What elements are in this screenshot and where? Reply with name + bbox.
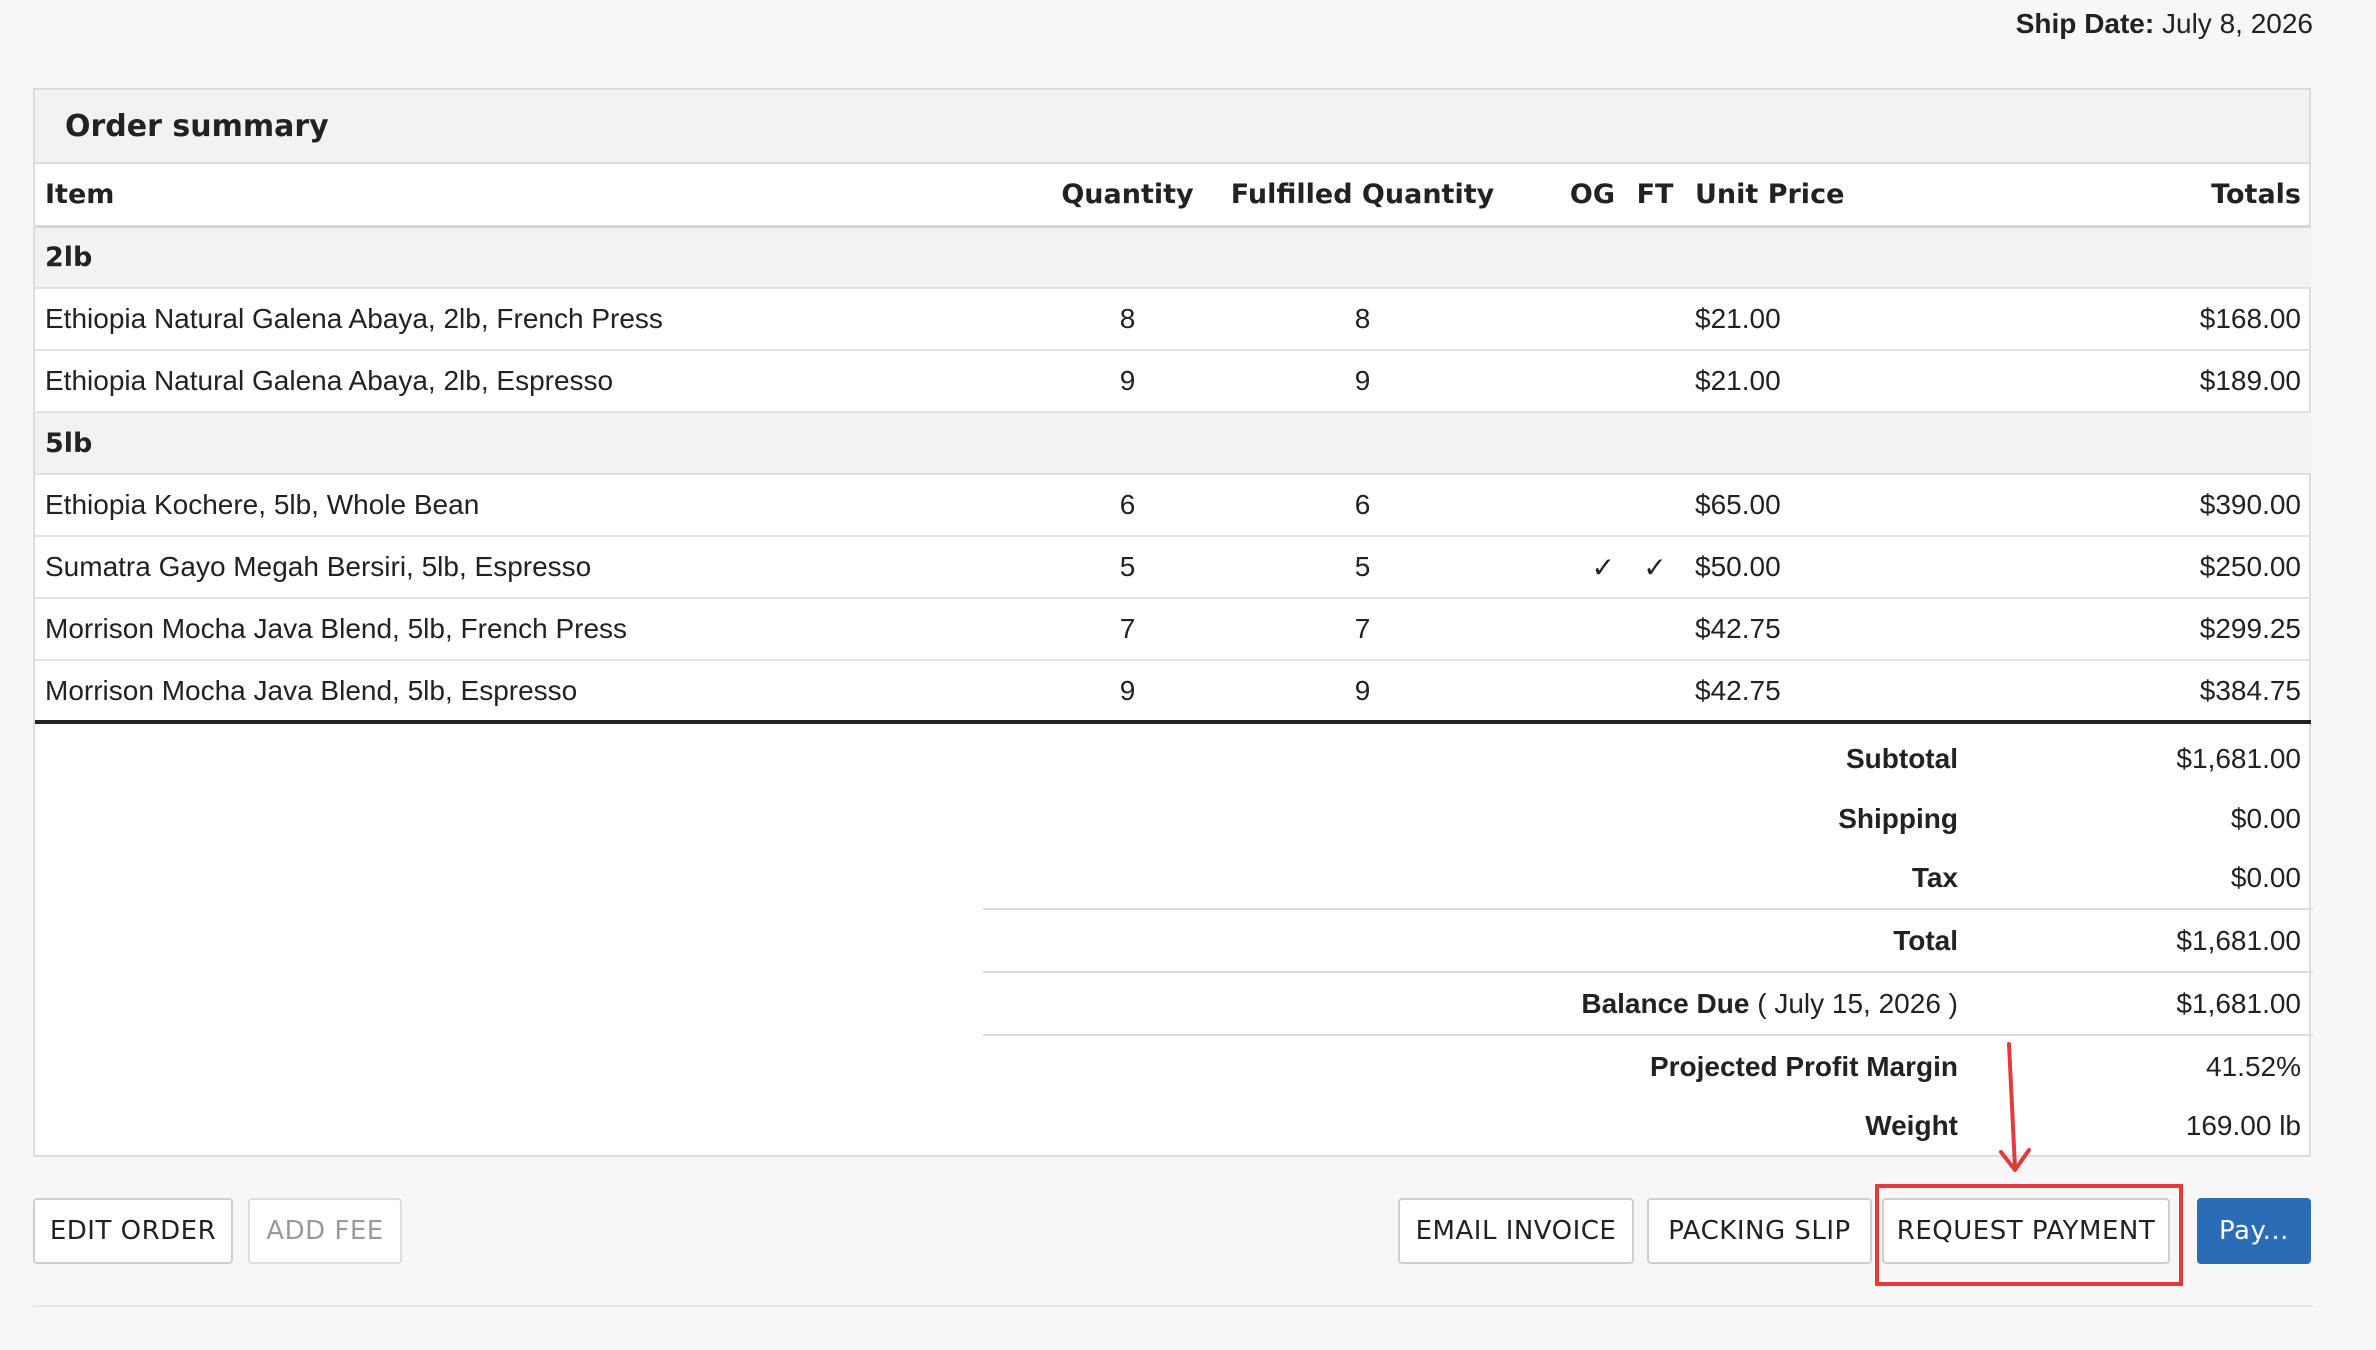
shipping-label: Shipping: [1838, 802, 1958, 834]
tax-row: Tax $0.00: [983, 848, 2313, 908]
weight-row: Weight 169.00 lb: [983, 1097, 2313, 1155]
order-items-table: Item Quantity Fulfilled Quantity OG FT U…: [35, 164, 2311, 724]
order-summary-panel: Order summary Item Quantity Fulfilled Qu…: [33, 88, 2313, 1157]
weight-label: Weight: [1865, 1110, 1958, 1141]
group-row: 2lb: [35, 226, 2311, 289]
balance-due-row: Balance Due ( July 15, 2026 ) $1,681.00: [983, 971, 2313, 1034]
total-row: Total $1,681.00: [983, 908, 2313, 971]
item-quantity: 9: [1035, 350, 1220, 413]
profit-margin-row: Projected Profit Margin 41.52%: [983, 1034, 2313, 1097]
ft-check-icon: ✓: [1625, 536, 1685, 599]
item-name: Ethiopia Kochere, 5lb, Whole Bean: [35, 474, 1035, 537]
order-summary-title: Order summary: [35, 90, 2309, 164]
subtotal-row: Subtotal $1,681.00: [983, 728, 2313, 789]
item-name: Morrison Mocha Java Blend, 5lb, Espresso: [35, 660, 1035, 724]
table-row: Morrison Mocha Java Blend, 5lb, French P…: [35, 598, 2311, 661]
total-label: Total: [1893, 924, 1958, 956]
col-header-totals: Totals: [1915, 164, 2311, 228]
subtotal-value: $1,681.00: [2176, 742, 2301, 774]
item-og: [1505, 474, 1625, 537]
col-header-og: OG: [1505, 164, 1625, 228]
item-fulfilled: 8: [1220, 288, 1505, 351]
group-label: 5lb: [35, 412, 2311, 475]
item-name: Morrison Mocha Java Blend, 5lb, French P…: [35, 598, 1035, 661]
col-header-fulfilled-quantity: Fulfilled Quantity: [1220, 164, 1505, 228]
ship-date-value: July 8, 2026: [2162, 8, 2313, 39]
item-total: $390.00: [1915, 474, 2311, 537]
col-header-item: Item: [35, 164, 1035, 228]
item-total: $384.75: [1915, 660, 2311, 724]
item-fulfilled: 7: [1220, 598, 1505, 661]
table-row: Sumatra Gayo Megah Bersiri, 5lb, Espress…: [35, 536, 2311, 599]
footer-divider: [33, 1305, 2313, 1307]
balance-due-date: ( July 15, 2026 ): [1749, 987, 1958, 1019]
item-quantity: 6: [1035, 474, 1220, 537]
item-fulfilled: 5: [1220, 536, 1505, 599]
item-og: [1505, 350, 1625, 413]
table-row: Ethiopia Kochere, 5lb, Whole Bean 6 6 $6…: [35, 474, 2311, 537]
table-row: Morrison Mocha Java Blend, 5lb, Espresso…: [35, 660, 2311, 724]
item-quantity: 8: [1035, 288, 1220, 351]
item-unit-price: $42.75: [1685, 660, 1915, 724]
item-unit-price: $50.00: [1685, 536, 1915, 599]
balance-due-value: $1,681.00: [2176, 987, 2301, 1019]
ship-date-label: Ship Date:: [2015, 8, 2155, 39]
email-invoice-button[interactable]: EMAIL INVOICE: [1398, 1198, 1634, 1264]
item-fulfilled: 9: [1220, 350, 1505, 413]
item-unit-price: $21.00: [1685, 288, 1915, 351]
order-totals: Subtotal $1,681.00 Shipping $0.00 Tax $0…: [983, 728, 2313, 1155]
pay-button[interactable]: Pay...: [2197, 1198, 2311, 1264]
item-og: [1505, 288, 1625, 351]
group-row: 5lb: [35, 412, 2311, 475]
col-header-unit-price: Unit Price: [1685, 164, 1915, 228]
col-header-quantity: Quantity: [1035, 164, 1220, 228]
table-header-row: Item Quantity Fulfilled Quantity OG FT U…: [35, 164, 2311, 228]
og-check-icon: ✓: [1505, 536, 1625, 599]
add-fee-button[interactable]: ADD FEE: [248, 1198, 402, 1264]
balance-due-title: Balance Due: [1581, 987, 1750, 1019]
total-value: $1,681.00: [2176, 924, 2301, 956]
edit-order-button[interactable]: EDIT ORDER: [33, 1198, 233, 1264]
item-name: Ethiopia Natural Galena Abaya, 2lb, Fren…: [35, 288, 1035, 351]
item-ft: [1625, 660, 1685, 724]
item-quantity: 9: [1035, 660, 1220, 724]
item-quantity: 5: [1035, 536, 1220, 599]
annotation-arrow-icon: [1999, 1042, 2031, 1172]
table-row: Ethiopia Natural Galena Abaya, 2lb, Espr…: [35, 350, 2311, 413]
profit-margin-label: Projected Profit Margin: [1649, 1050, 1958, 1082]
item-unit-price: $65.00: [1685, 474, 1915, 537]
packing-slip-button[interactable]: PACKING SLIP: [1647, 1198, 1872, 1264]
request-payment-highlight: [1875, 1184, 2183, 1286]
item-unit-price: $42.75: [1685, 598, 1915, 661]
item-ft: [1625, 598, 1685, 661]
item-name: Ethiopia Natural Galena Abaya, 2lb, Espr…: [35, 350, 1035, 413]
item-total: $250.00: [1915, 536, 2311, 599]
group-label: 2lb: [35, 226, 2311, 289]
table-row: Ethiopia Natural Galena Abaya, 2lb, Fren…: [35, 288, 2311, 351]
item-og: [1505, 598, 1625, 661]
item-total: $189.00: [1915, 350, 2311, 413]
item-total: $299.25: [1915, 598, 2311, 661]
tax-value: $0.00: [2230, 862, 2301, 893]
ship-date: Ship Date: July 8, 2026: [2016, 8, 2313, 40]
item-total: $168.00: [1915, 288, 2311, 351]
item-quantity: 7: [1035, 598, 1220, 661]
subtotal-label: Subtotal: [1846, 742, 1958, 774]
item-ft: [1625, 288, 1685, 351]
item-name: Sumatra Gayo Megah Bersiri, 5lb, Espress…: [35, 536, 1035, 599]
item-unit-price: $21.00: [1685, 350, 1915, 413]
item-fulfilled: 9: [1220, 660, 1505, 724]
item-ft: [1625, 350, 1685, 413]
shipping-row: Shipping $0.00: [983, 789, 2313, 848]
balance-due-label: Balance Due ( July 15, 2026 ): [983, 988, 1958, 1020]
item-og: [1505, 660, 1625, 724]
item-fulfilled: 6: [1220, 474, 1505, 537]
col-header-ft: FT: [1625, 164, 1685, 228]
item-ft: [1625, 474, 1685, 537]
shipping-value: $0.00: [2230, 802, 2301, 834]
tax-label: Tax: [1911, 862, 1958, 893]
